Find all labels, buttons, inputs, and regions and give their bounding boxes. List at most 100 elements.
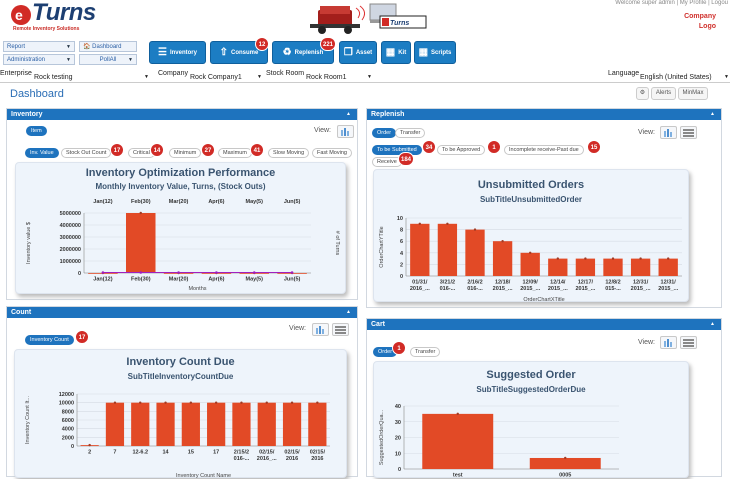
collapse-icon[interactable]: ▲ [710, 319, 715, 330]
inventory-count-chart: Inventory Count Due SubTitleInventoryCou… [14, 349, 347, 478]
incomplete-receive-tab[interactable]: Incomplete receive-Past due [504, 145, 584, 155]
gear-icon: ⚙ [640, 90, 645, 96]
bar-chart-view-button[interactable] [337, 125, 354, 138]
settings-button[interactable]: ⚙ [636, 87, 649, 100]
stock-out-count-tab[interactable]: Stock Out Count [61, 148, 111, 158]
bar-chart-view-button[interactable] [660, 336, 677, 349]
minmax-button[interactable]: MinMax [678, 87, 708, 100]
turns-logo[interactable]: e Turns Remote Inventory Solutions [10, 2, 125, 34]
count-panel-header: Count▲ [7, 307, 357, 318]
bar [283, 403, 301, 446]
administration-label: Administration [7, 57, 45, 63]
incomplete-receive-badge: 15 [587, 140, 601, 154]
grid-view-button[interactable] [332, 323, 349, 336]
collapse-icon[interactable]: ▲ [710, 109, 715, 120]
scripts-button[interactable]: ▦Scripts [414, 41, 456, 64]
inventory-button-label: Inventory [170, 50, 197, 56]
bar [576, 259, 595, 276]
replenish-button-label: Replenish [295, 50, 324, 56]
caret-down-icon: ▼ [367, 74, 372, 80]
order-tab[interactable]: Order [372, 128, 396, 138]
scripts-button-label: Scripts [431, 50, 451, 56]
inv-value-tab[interactable]: Inv. Value [25, 148, 59, 158]
data-point [316, 401, 318, 403]
to-be-submitted-badge: 34 [422, 140, 436, 154]
replenish-badge: 221 [320, 37, 336, 51]
data-point [564, 457, 566, 459]
x-tick-label: 15 [188, 450, 194, 456]
replenish-panel: Replenish▲ Order Transfer View: To be Su… [366, 108, 722, 308]
collapse-icon[interactable]: ▲ [346, 109, 351, 120]
grid-view-button[interactable] [680, 126, 697, 139]
to-be-submitted-tab[interactable]: To be Submitted [372, 145, 422, 155]
report-dropdown[interactable]: Report▼ [3, 41, 75, 52]
y-tick-label: 6000 [62, 418, 74, 424]
turns-point [291, 271, 294, 274]
y-tick-label: 2000 [62, 435, 74, 441]
to-be-approved-tab[interactable]: To be Approved [437, 145, 485, 155]
item-tab[interactable]: Item [26, 126, 47, 136]
maximum-tab[interactable]: Maximum [218, 148, 252, 158]
bar-chart-view-button[interactable] [312, 323, 329, 336]
chart-title: Inventory Optimization Performance [16, 167, 345, 179]
bar [308, 403, 326, 446]
critical-badge: 14 [150, 143, 164, 157]
administration-dropdown[interactable]: Administration▼ [3, 54, 75, 65]
bar [182, 403, 200, 446]
grid-view-button[interactable] [680, 336, 697, 349]
x-tick-label: 7 [113, 450, 116, 456]
turns-logo-icon: e [10, 4, 34, 26]
company-label: Company [158, 70, 188, 77]
pollall-dropdown[interactable]: PollAll▼ [79, 54, 137, 65]
caret-down-icon: ▼ [66, 43, 71, 51]
data-point [215, 401, 217, 403]
company-logo-line1: Company [684, 12, 716, 22]
grid-icon [333, 324, 348, 335]
turns-point [177, 271, 180, 274]
chart-title: Inventory Count Due [15, 356, 346, 368]
grid-icon [681, 337, 696, 348]
cart-transfer-tab[interactable]: Transfer [410, 347, 440, 357]
to-be-approved-badge: 1 [487, 140, 501, 154]
suggested-order-chart-svg: 403020100testflow0005waySuggestedOrderQu… [374, 397, 690, 479]
brand-name: Turns [32, 0, 96, 27]
x-tick-label: May(5) [246, 277, 264, 283]
inventory-count-tab[interactable]: Inventory Count [25, 335, 74, 345]
x-tick-label: 01/31/2016_... [410, 280, 430, 293]
count-panel: Count▲ View: Inventory Count 17 Inventor… [6, 306, 358, 477]
turns-point [102, 271, 105, 274]
caret-down-icon: ▼ [144, 74, 149, 80]
dashboard-link[interactable]: 🏠 Dashboard [79, 41, 137, 52]
bar-chart-view-button[interactable] [660, 126, 677, 139]
language-value: English (United States) [640, 74, 712, 81]
cart-order-badge: 1 [392, 341, 406, 355]
x-tick-label: Feb(30) [131, 277, 151, 283]
minimum-tab[interactable]: Minimum [169, 148, 201, 158]
view-label: View: [314, 127, 331, 134]
asset-button[interactable]: ❒Asset [339, 41, 377, 64]
data-point [557, 257, 559, 259]
alerts-button[interactable]: Alerts [651, 87, 676, 100]
chart-subtitle: SubTitleUnsubmittedOrder [374, 195, 688, 204]
inventory-button[interactable]: ☰Inventory [149, 41, 206, 64]
collapse-icon[interactable]: ▲ [346, 307, 351, 318]
y-tick-label: 0 [400, 274, 403, 280]
cart-panel-header: Cart▲ [367, 319, 721, 330]
y-axis-label: Inventory value $ [26, 222, 32, 264]
y-tick-label: 10000 [59, 401, 74, 407]
caret-down-icon: ▼ [724, 74, 729, 80]
y-tick-label: 4000000 [60, 223, 81, 229]
fast-moving-tab[interactable]: Fast Moving [312, 148, 352, 158]
slow-moving-tab[interactable]: Slow Moving [268, 148, 309, 158]
bar [207, 403, 225, 446]
truck-banner-image: Turns [310, 2, 430, 36]
kit-button[interactable]: ▦Kit [381, 41, 411, 64]
y-tick-label: 40 [395, 404, 401, 410]
top-x-tick-label: Mar(20) [169, 199, 189, 205]
replenish-panel-header: Replenish▲ [367, 109, 721, 120]
x-tick-label: 12/18/2015_... [493, 280, 513, 293]
transfer-tab[interactable]: Transfer [395, 128, 425, 138]
chart-subtitle: SubTitleInventoryCountDue [15, 372, 346, 381]
data-point [291, 401, 293, 403]
user-links[interactable]: Welcome super admin | My Profile | Logou [615, 0, 728, 6]
